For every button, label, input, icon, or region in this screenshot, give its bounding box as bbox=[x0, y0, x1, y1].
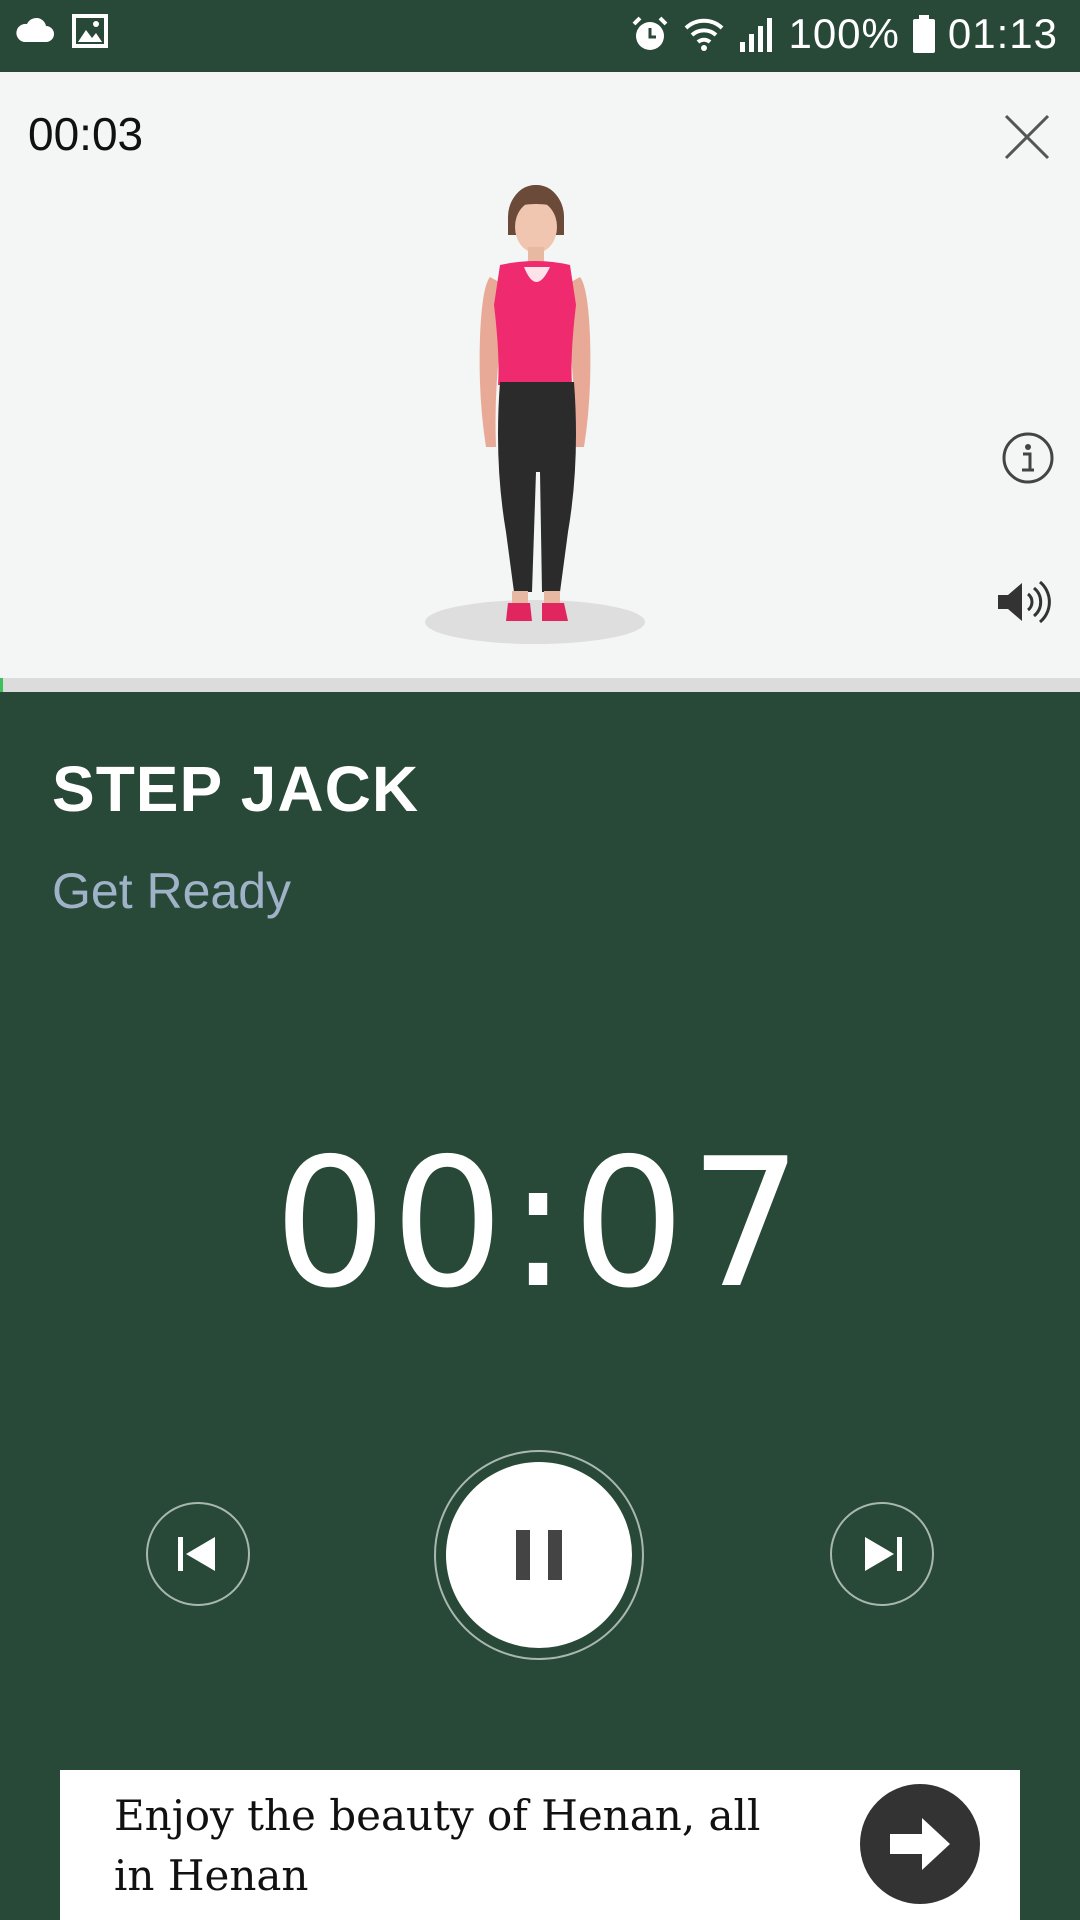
status-left bbox=[14, 14, 108, 48]
ad-banner[interactable]: Enjoy the beauty of Henan, all in Henan bbox=[60, 1770, 1020, 1920]
close-icon[interactable] bbox=[1002, 112, 1052, 162]
volume-icon[interactable] bbox=[996, 577, 1052, 627]
gallery-icon bbox=[72, 14, 108, 48]
workout-progress-fill bbox=[0, 678, 4, 692]
exercise-status: Get Ready bbox=[52, 863, 292, 919]
battery-icon bbox=[912, 15, 935, 53]
clock: 01:13 bbox=[947, 10, 1058, 57]
info-icon[interactable] bbox=[1002, 432, 1054, 484]
alarm-icon bbox=[633, 16, 668, 50]
signal-icon bbox=[740, 18, 773, 52]
workout-progress-bar bbox=[0, 678, 1080, 692]
wifi-icon bbox=[685, 18, 724, 51]
skip-previous-icon bbox=[178, 1537, 215, 1571]
ad-arrow-button[interactable] bbox=[860, 1784, 980, 1904]
status-bar: 100% 01:13 bbox=[0, 0, 1080, 72]
skip-next-icon bbox=[865, 1537, 902, 1571]
elapsed-time: 00:03 bbox=[28, 108, 144, 160]
previous-button[interactable] bbox=[146, 1502, 250, 1606]
status-right: 100% 01:13 bbox=[630, 10, 1058, 58]
exercise-preview: 00:03 bbox=[0, 72, 1080, 678]
ad-text: Enjoy the beauty of Henan, all in Henan bbox=[114, 1791, 761, 1900]
exercise-animation bbox=[425, 185, 645, 644]
cloud-icon bbox=[16, 17, 54, 42]
pause-icon bbox=[516, 1530, 562, 1580]
countdown-timer: 00:07 bbox=[273, 1120, 807, 1327]
battery-percent: 100% bbox=[788, 10, 900, 57]
exercise-name: STEP JACK bbox=[52, 753, 420, 825]
pause-button[interactable] bbox=[446, 1462, 632, 1648]
next-button[interactable] bbox=[830, 1502, 934, 1606]
arrow-right-icon bbox=[890, 1818, 950, 1870]
